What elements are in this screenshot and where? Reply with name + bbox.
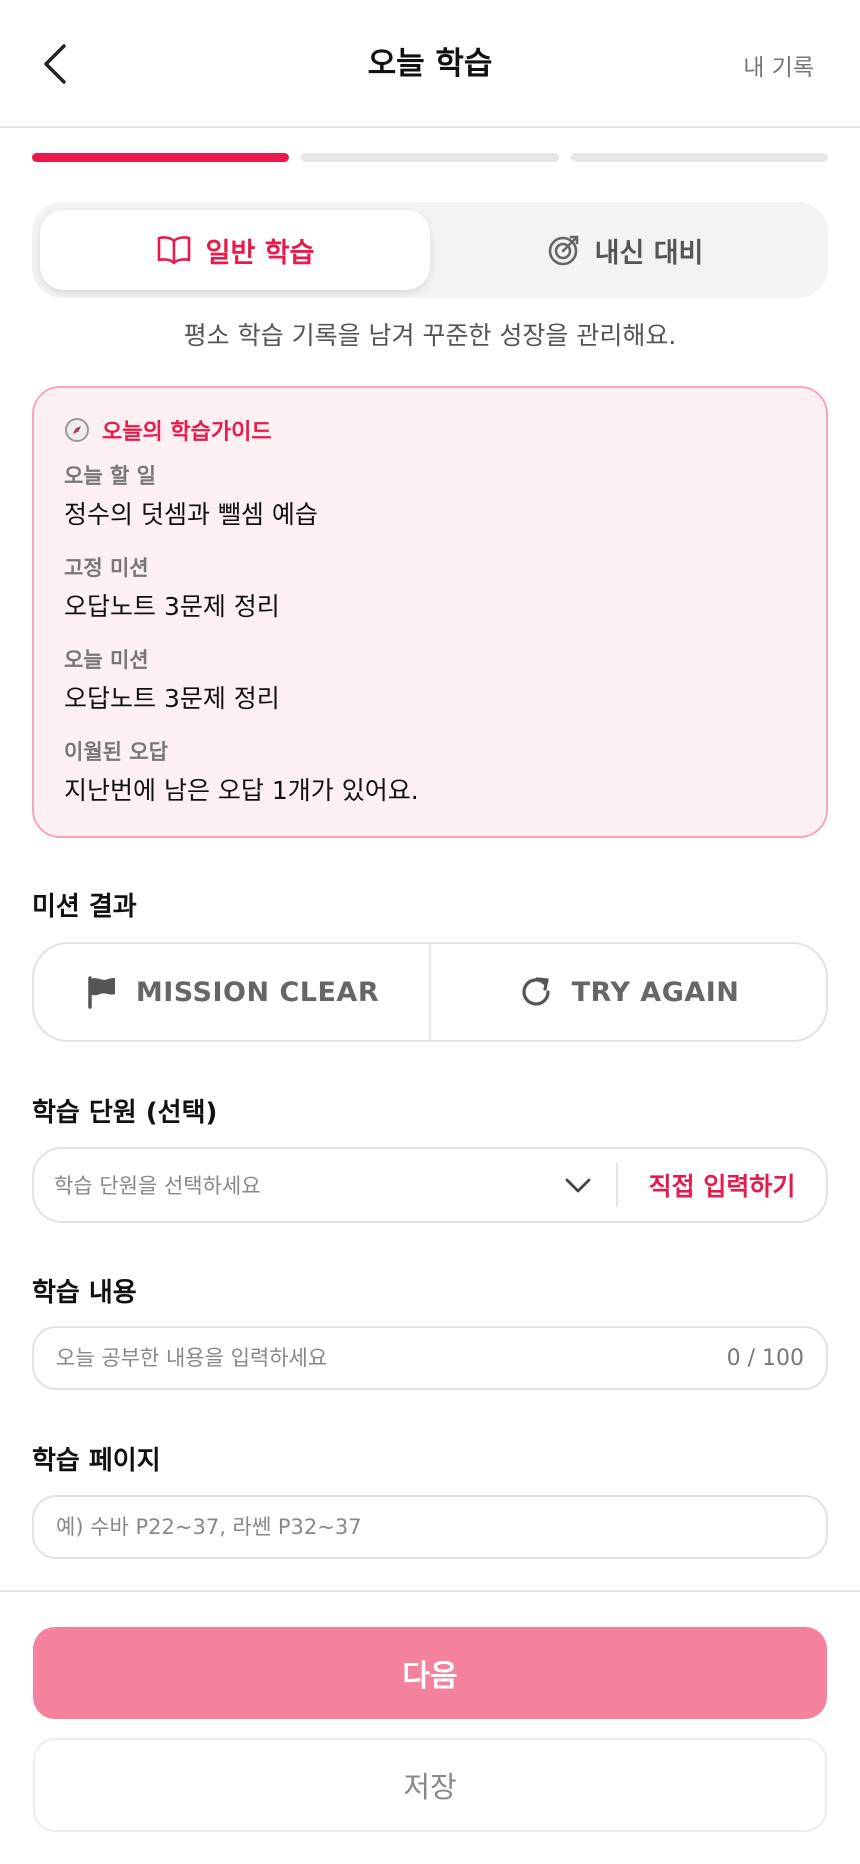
study-pages-title: 학습 페이지: [32, 1446, 161, 1476]
next-button[interactable]: 다음: [33, 1627, 827, 1719]
study-pages-field: [32, 1495, 828, 1559]
flag-icon: [88, 976, 115, 1009]
mission-result-title: 미션 결과: [32, 892, 137, 922]
study-pages-input[interactable]: [56, 1515, 804, 1539]
guide-value: 지난번에 남은 오답 1개가 있어요.: [64, 776, 419, 805]
study-unit-dropdown[interactable]: 학습 단원을 선택하세요: [34, 1170, 558, 1200]
refresh-icon: [522, 977, 550, 1006]
guide-item-today-task: 오늘 할 일 정수의 덧셈과 뺄셈 예습: [64, 460, 796, 542]
mission-clear-label: MISSION CLEAR: [135, 976, 380, 1008]
tab-general-study-label: 일반 학습: [205, 237, 315, 269]
tab-general-study[interactable]: 일반 학습: [40, 210, 430, 290]
guide-label: 오늘 할 일: [64, 464, 156, 488]
study-unit-select: 학습 단원을 선택하세요 직접 입력하기: [32, 1147, 828, 1223]
bottom-divider: [0, 1590, 860, 1592]
book-open-icon: [157, 236, 190, 265]
study-content-input[interactable]: [56, 1346, 727, 1370]
top-app-bar: 오늘 학습 내 기록: [0, 0, 860, 128]
guide-item-today-mission: 오늘 미션 오답노트 3문제 정리: [64, 644, 796, 726]
character-counter: 0 / 100: [726, 1345, 804, 1371]
mode-description: 평소 학습 기록을 남겨 꾸준한 성장을 관리해요.: [183, 321, 677, 350]
guide-title: 오늘의 학습가이드: [64, 410, 796, 450]
save-button[interactable]: 저장: [33, 1738, 827, 1832]
guide-label: 오늘 미션: [64, 648, 149, 672]
step-progress: [32, 153, 828, 162]
try-again-button[interactable]: TRY AGAIN: [429, 944, 826, 1040]
study-guide-card: 오늘의 학습가이드 오늘 할 일 정수의 덧셈과 뺄셈 예습 고정 미션 오답노…: [32, 386, 828, 838]
compass-icon: [65, 418, 89, 442]
study-content-field: 0 / 100: [32, 1326, 828, 1390]
progress-step-2: [301, 153, 559, 162]
guide-label: 고정 미션: [64, 556, 149, 580]
my-record-link[interactable]: 내 기록: [743, 48, 814, 82]
tab-exam-prep-label: 내신 대비: [594, 237, 704, 269]
try-again-label: TRY AGAIN: [571, 976, 740, 1008]
progress-step-1: [32, 153, 290, 162]
guide-value: 오답노트 3문제 정리: [64, 684, 280, 713]
guide-value: 정수의 덧셈과 뺄셈 예습: [64, 500, 318, 529]
mission-result-selector: MISSION CLEAR TRY AGAIN: [32, 942, 828, 1042]
progress-step-3: [570, 153, 828, 162]
guide-label: 이월된 오답: [64, 740, 168, 764]
study-unit-title: 학습 단원 (선택): [32, 1098, 218, 1128]
chevron-down-icon[interactable]: [558, 1170, 598, 1200]
direct-input-button[interactable]: 직접 입력하기: [618, 1167, 826, 1203]
study-content-title: 학습 내용: [32, 1278, 137, 1308]
page-title: 오늘 학습: [367, 46, 493, 82]
guide-value: 오답노트 3문제 정리: [64, 592, 280, 621]
guide-item-carried-wrong-answers: 이월된 오답 지난번에 남은 오답 1개가 있어요.: [64, 736, 796, 818]
study-mode-tabs: 일반 학습 내신 대비: [32, 202, 828, 298]
tab-exam-prep[interactable]: 내신 대비: [430, 210, 820, 290]
mission-clear-button[interactable]: MISSION CLEAR: [34, 944, 429, 1040]
guide-item-fixed-mission: 고정 미션 오답노트 3문제 정리: [64, 552, 796, 634]
guide-title-label: 오늘의 학습가이드: [102, 420, 272, 445]
target-icon: [548, 235, 578, 266]
